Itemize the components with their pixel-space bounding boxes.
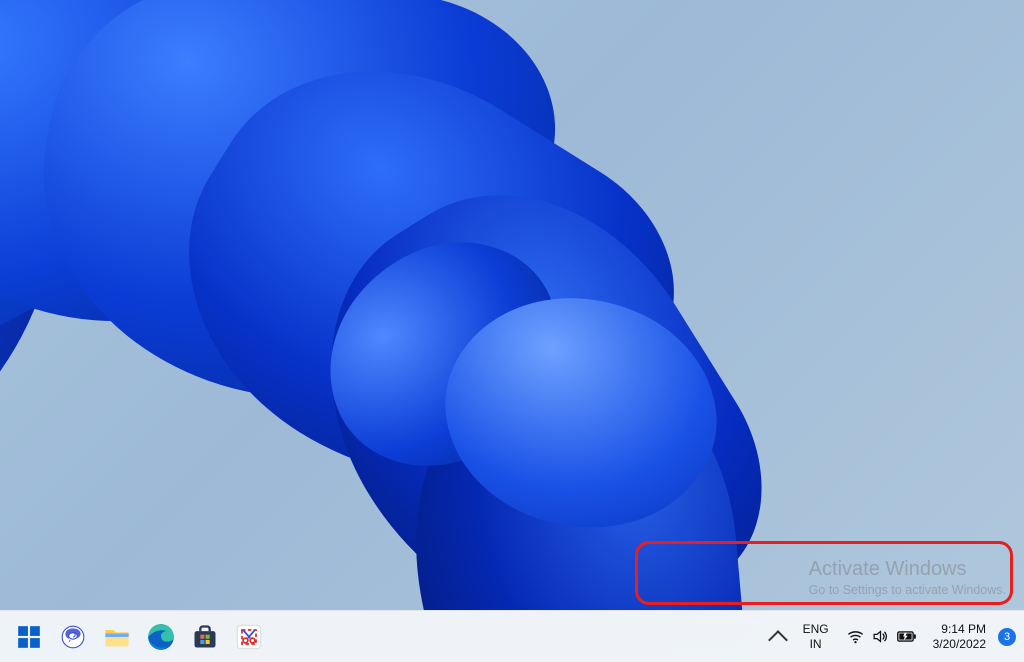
chat-button[interactable] [52, 616, 94, 658]
edge-button[interactable] [140, 616, 182, 658]
volume-icon [872, 628, 889, 645]
tray-overflow-button[interactable] [765, 623, 791, 651]
system-tray: ENG IN [765, 611, 1022, 662]
activation-watermark: Activate Windows Go to Settings to activ… [809, 558, 1006, 597]
store-icon [191, 623, 219, 651]
taskbar-pinned-apps [8, 616, 270, 658]
windows-logo-icon [16, 624, 42, 650]
snip-icon [235, 623, 263, 651]
folder-icon [103, 623, 131, 651]
file-explorer-button[interactable] [96, 616, 138, 658]
chat-icon [60, 624, 86, 650]
microsoft-store-button[interactable] [184, 616, 226, 658]
start-button[interactable] [8, 616, 50, 658]
watermark-subtitle: Go to Settings to activate Windows. [809, 583, 1006, 597]
clock-time: 9:14 PM [933, 622, 986, 637]
snipping-tool-button[interactable] [228, 616, 270, 658]
edge-icon [147, 623, 175, 651]
language-line2: IN [803, 637, 829, 651]
language-indicator[interactable]: ENG IN [797, 622, 835, 651]
language-line1: ENG [803, 622, 829, 636]
chevron-up-icon [768, 630, 788, 650]
quick-settings-button[interactable] [841, 628, 923, 645]
desktop[interactable]: Activate Windows Go to Settings to activ… [0, 0, 1024, 662]
taskbar: ENG IN [0, 610, 1024, 662]
wifi-icon [847, 628, 864, 645]
battery-icon [897, 629, 917, 644]
clock-date: 3/20/2022 [933, 637, 986, 652]
desktop-wallpaper [0, 0, 1024, 610]
watermark-title: Activate Windows [809, 558, 1006, 581]
notification-badge[interactable]: 3 [998, 628, 1016, 646]
clock-button[interactable]: 9:14 PM 3/20/2022 [929, 622, 990, 652]
